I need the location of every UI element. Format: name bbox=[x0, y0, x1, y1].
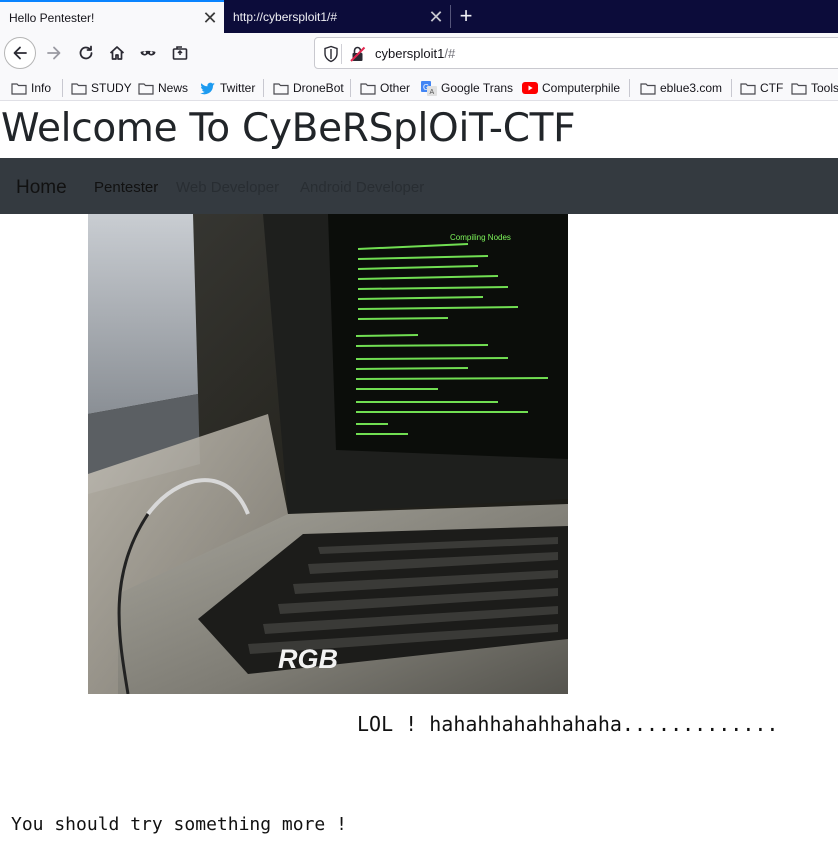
tab-strip: Hello Pentester! ✕ http://cybersploit1/#… bbox=[0, 0, 838, 33]
page-title: Welcome To CyBeRSplOiT-CTF bbox=[1, 106, 576, 151]
twitter-icon bbox=[200, 81, 216, 95]
hacker-laptop-image: Compiling Nodes RGB bbox=[88, 214, 568, 694]
home-button[interactable] bbox=[101, 37, 133, 69]
bookmark-tools[interactable]: Tools bbox=[791, 80, 838, 96]
tab-title: Hello Pentester! bbox=[9, 10, 95, 25]
bookmark-ctf[interactable]: CTF bbox=[740, 80, 783, 96]
bookmark-label: DroneBot bbox=[293, 81, 344, 95]
tab-hello-pentester[interactable]: Hello Pentester! ✕ bbox=[0, 0, 224, 33]
share-window-icon bbox=[172, 46, 188, 60]
reload-icon bbox=[79, 45, 93, 60]
bookmark-label: STUDY bbox=[91, 81, 132, 95]
insecure-lock-icon[interactable] bbox=[349, 45, 367, 63]
url-text: cybersploit1/# bbox=[375, 46, 455, 61]
bookmark-dronebot[interactable]: DroneBot bbox=[273, 80, 344, 96]
back-arrow-icon bbox=[13, 46, 27, 60]
bookmark-label: eblue3.com bbox=[660, 81, 723, 95]
close-tab-icon[interactable]: ✕ bbox=[196, 9, 224, 27]
bookmark-separator bbox=[731, 79, 732, 97]
bookmark-news[interactable]: News bbox=[138, 80, 188, 96]
bookmark-label: Tools bbox=[811, 81, 838, 95]
bookmark-separator bbox=[629, 79, 630, 97]
youtube-icon bbox=[522, 81, 538, 95]
folder-icon bbox=[11, 81, 27, 95]
url-path: /# bbox=[444, 46, 456, 61]
forward-button[interactable] bbox=[38, 37, 70, 69]
screen-heading: Compiling Nodes bbox=[450, 233, 511, 242]
url-host: cybersploit1 bbox=[375, 46, 445, 61]
folder-icon bbox=[791, 81, 807, 95]
bookmark-label: CTF bbox=[760, 81, 784, 95]
navigation-toolbar: cybersploit1/# bbox=[0, 33, 838, 73]
folder-icon bbox=[273, 81, 289, 95]
library-button[interactable] bbox=[164, 37, 196, 69]
back-button[interactable] bbox=[4, 37, 36, 69]
rgb-watermark: RGB bbox=[278, 644, 338, 674]
bookmark-separator bbox=[350, 79, 351, 97]
tab-cybersploit[interactable]: http://cybersploit1/# ✕ bbox=[224, 0, 450, 33]
bookmark-separator bbox=[62, 79, 63, 97]
reload-button[interactable] bbox=[70, 37, 102, 69]
bookmark-eblue3-com[interactable]: eblue3.com bbox=[640, 80, 722, 96]
address-bar[interactable]: cybersploit1/# bbox=[314, 37, 838, 69]
bookmark-label: Computerphile bbox=[542, 81, 621, 95]
mask-icon bbox=[140, 50, 156, 56]
nav-link-pentester[interactable]: Pentester bbox=[94, 179, 158, 196]
bookmark-twitter[interactable]: Twitter bbox=[200, 80, 255, 96]
home-icon bbox=[109, 46, 125, 60]
bookmark-label: Twitter bbox=[220, 81, 256, 95]
bookmark-other[interactable]: Other bbox=[360, 80, 410, 96]
navbar-brand-home[interactable]: Home bbox=[16, 177, 67, 199]
plus-icon[interactable]: + bbox=[453, 2, 479, 30]
bookmarks-toolbar: Info STUDY News Twitter DroneBot Other G A Googl… bbox=[0, 73, 838, 101]
close-tab-icon[interactable]: ✕ bbox=[422, 8, 450, 26]
google-translate-icon: GA bbox=[421, 80, 437, 96]
address-bar-divider bbox=[341, 44, 342, 64]
nav-link-android-developer[interactable]: Android Developer bbox=[300, 179, 424, 196]
nav-link-web-developer[interactable]: Web Developer bbox=[176, 179, 279, 196]
folder-icon bbox=[740, 81, 756, 95]
bookmark-info[interactable]: Info bbox=[11, 80, 51, 96]
svg-text:A: A bbox=[430, 89, 435, 96]
try-something-more-text: You should try something more ! bbox=[11, 814, 347, 835]
folder-icon bbox=[71, 81, 87, 95]
private-browsing-button[interactable] bbox=[132, 37, 164, 69]
bookmark-label: News bbox=[158, 81, 189, 95]
site-navbar: Home Pentester Web Developer Android Dev… bbox=[0, 158, 838, 214]
tab-title: http://cybersploit1/# bbox=[233, 9, 338, 24]
bookmark-label: Google Trans bbox=[441, 81, 514, 95]
bookmark-label: Other bbox=[380, 81, 411, 95]
bookmark-label: Info bbox=[31, 81, 52, 95]
folder-icon bbox=[360, 81, 376, 95]
bookmark-google-trans[interactable]: G A Google Trans bbox=[421, 80, 513, 96]
tab-divider bbox=[450, 5, 451, 28]
lol-text: LOL ! hahahhahahhahaha............. bbox=[357, 712, 779, 736]
bookmark-separator bbox=[263, 79, 264, 97]
forward-arrow-icon bbox=[47, 46, 61, 60]
shield-icon[interactable] bbox=[323, 45, 339, 63]
folder-icon bbox=[640, 81, 656, 95]
folder-icon bbox=[138, 81, 154, 95]
bookmark-study[interactable]: STUDY bbox=[71, 80, 132, 96]
bookmark-computerphile[interactable]: Computerphile bbox=[522, 80, 620, 96]
